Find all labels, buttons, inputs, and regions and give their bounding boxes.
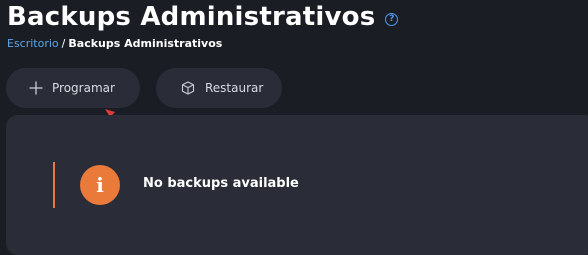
box-icon bbox=[180, 80, 196, 96]
breadcrumb: Escritorio / Backups Administrativos bbox=[7, 37, 222, 50]
help-icon[interactable]: ? bbox=[385, 12, 399, 26]
restore-button-label: Restaurar bbox=[205, 81, 264, 95]
plus-icon bbox=[28, 80, 44, 96]
breadcrumb-home-link[interactable]: Escritorio bbox=[7, 37, 59, 50]
page-title: Backups Administrativos bbox=[7, 2, 376, 32]
alert-accent-bar bbox=[53, 162, 55, 208]
page-header: Backups Administrativos ? bbox=[7, 2, 399, 32]
backups-panel: i No backups available bbox=[6, 115, 588, 255]
breadcrumb-separator: / bbox=[61, 37, 66, 50]
info-icon: i bbox=[80, 165, 120, 205]
empty-state-message: No backups available bbox=[143, 176, 299, 191]
restore-button[interactable]: Restaurar bbox=[156, 68, 282, 108]
schedule-button[interactable]: Programar bbox=[6, 68, 140, 108]
breadcrumb-current: Backups Administrativos bbox=[68, 37, 223, 50]
schedule-button-label: Programar bbox=[52, 81, 115, 95]
